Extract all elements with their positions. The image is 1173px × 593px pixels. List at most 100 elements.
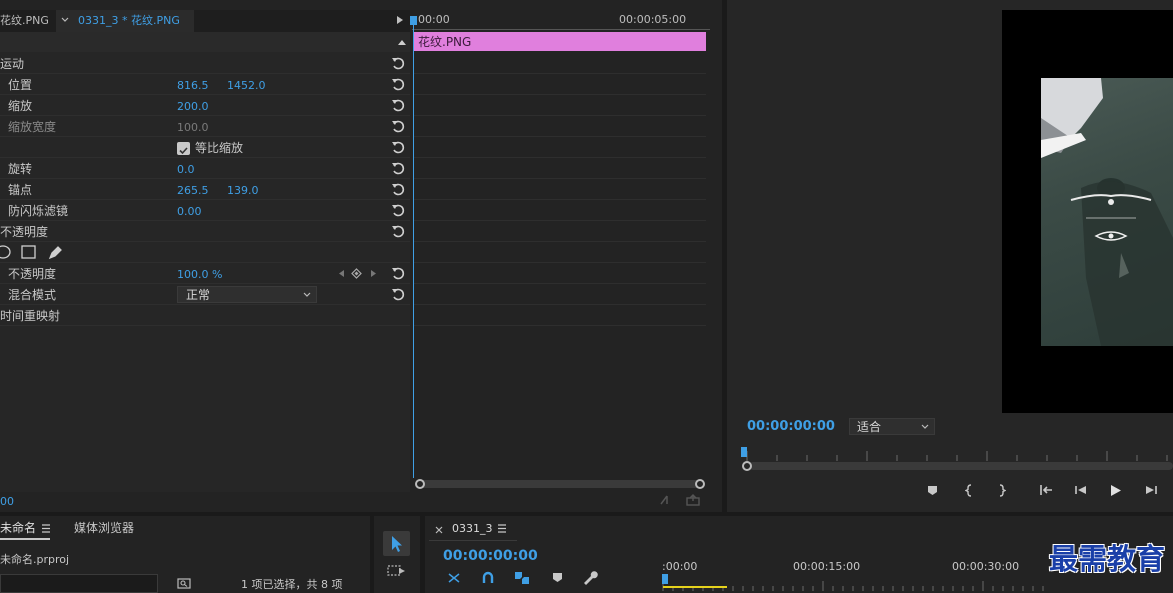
uniform-scale-label: 等比缩放 (195, 141, 244, 155)
timeline-tab-underline (429, 540, 517, 541)
project-tab-underline (0, 538, 50, 540)
project-panel: 未命名 媒体浏览器 未命名.prproj 1 项已选择，共 8 项 (0, 516, 370, 593)
play-icon[interactable] (1110, 484, 1122, 497)
go-to-in-icon[interactable] (1039, 484, 1053, 496)
position-label: 位置 (8, 78, 33, 92)
blend-mode-select[interactable]: 正常 (177, 286, 317, 303)
blend-mode-label: 混合模式 (8, 288, 57, 302)
tools-panel (374, 516, 420, 593)
monitor-timecode[interactable]: 00:00:00:00 (747, 420, 835, 434)
step-forward-icon[interactable] (1145, 485, 1158, 495)
flicker-value[interactable]: 0.00 (177, 205, 202, 219)
wrench-icon[interactable] (582, 570, 598, 585)
motion-section-label[interactable]: 运动 (0, 57, 24, 71)
linked-selection-icon[interactable] (514, 571, 530, 585)
reset-blend-icon[interactable] (391, 287, 405, 301)
mini-timeline-ruler-line (412, 29, 710, 30)
prev-keyframe-icon[interactable] (338, 269, 345, 278)
pen-mask-icon[interactable] (47, 244, 63, 260)
find-icon[interactable] (177, 578, 191, 589)
scale-value[interactable]: 200.0 (177, 100, 209, 114)
opacity-value[interactable]: 100.0 % (177, 268, 222, 282)
reset-scale-icon[interactable] (391, 98, 405, 112)
preview-photo-content (1041, 78, 1173, 346)
clip-bar[interactable]: 花纹.PNG (414, 32, 706, 51)
next-keyframe-icon[interactable] (370, 269, 377, 278)
time-remap-label[interactable]: 时间重映射 (0, 309, 60, 323)
clip-tab[interactable]: 0331_3 * 花纹.PNG (56, 10, 194, 32)
monitor-scrub-ruler[interactable] (745, 446, 1173, 461)
mark-in-icon[interactable] (965, 484, 973, 497)
rotation-value[interactable]: 0.0 (177, 163, 195, 177)
filter-audio-icon[interactable] (659, 494, 675, 506)
clip-tab-label: 0331_3 * 花纹.PNG (78, 14, 180, 27)
reset-opacity-section-icon[interactable] (391, 224, 405, 238)
ellipse-mask-icon[interactable] (0, 245, 12, 259)
mark-out-icon[interactable] (998, 484, 1006, 497)
scrollbar-right-handle[interactable] (695, 479, 705, 489)
source-tab[interactable]: 花纹.PNG (0, 14, 49, 28)
reset-scale-width-icon[interactable] (391, 119, 405, 133)
export-icon[interactable] (686, 494, 700, 506)
timeline-ruler-ticks[interactable] (662, 576, 1050, 591)
reset-uniform-scale-icon[interactable] (391, 140, 405, 154)
play-triangle-icon[interactable] (396, 15, 404, 25)
timeline-tab[interactable]: 0331_3 (452, 522, 493, 536)
fit-select[interactable]: 适合 (849, 418, 935, 435)
chevron-down-icon (302, 290, 312, 300)
reset-motion-icon[interactable] (391, 56, 405, 70)
track-select-icon[interactable] (387, 563, 407, 579)
rotation-label: 旋转 (8, 162, 33, 176)
position-x-value[interactable]: 816.5 (177, 79, 209, 93)
scrollbar-left-handle[interactable] (415, 479, 425, 489)
panel-menu-icon[interactable] (497, 524, 507, 533)
opacity-label: 不透明度 (8, 267, 57, 281)
header-subbar (0, 32, 410, 52)
monitor-playhead[interactable] (741, 447, 747, 457)
collapse-up-icon[interactable] (397, 38, 407, 46)
position-y-value[interactable]: 1452.0 (227, 79, 266, 93)
nest-icon[interactable] (446, 571, 462, 585)
anchor-y-value[interactable]: 139.0 (227, 184, 259, 198)
close-tab-icon[interactable] (435, 526, 443, 534)
monitor-zoom-left-handle[interactable] (742, 461, 752, 471)
reset-rotation-icon[interactable] (391, 161, 405, 175)
work-area-bar[interactable] (663, 586, 727, 588)
effect-controls-panel: 花纹.PNG 0331_3 * 花纹.PNG 运动 位置 816.5 1452.… (0, 0, 722, 512)
media-browser-tab[interactable]: 媒体浏览器 (74, 521, 134, 535)
selection-tool[interactable] (383, 531, 410, 556)
add-keyframe-icon[interactable] (351, 268, 362, 279)
playhead-handle[interactable] (410, 16, 417, 25)
scale-label: 缩放 (8, 99, 33, 113)
clip-bar-label: 花纹.PNG (418, 35, 472, 49)
panel-menu-icon[interactable] (41, 524, 51, 533)
rectangle-mask-icon[interactable] (21, 245, 36, 259)
reset-opacity-icon[interactable] (391, 266, 405, 280)
chevron-down-icon (920, 422, 930, 432)
anchor-label: 锚点 (8, 183, 33, 197)
timeline-ruler-label-0: :00:00 (662, 560, 698, 573)
snap-magnet-icon[interactable] (481, 571, 495, 585)
step-back-icon[interactable] (1074, 485, 1087, 495)
uniform-scale-checkbox[interactable] (177, 142, 190, 155)
selection-arrow-icon (392, 536, 402, 552)
project-tab[interactable]: 未命名 (0, 521, 36, 535)
reset-anchor-icon[interactable] (391, 182, 405, 196)
monitor-zoom-bar[interactable] (749, 462, 1173, 470)
mini-timeline-end: 00:00:05:00 (619, 13, 687, 26)
add-marker-icon[interactable] (552, 572, 563, 583)
effect-controls-timecode[interactable]: 00 (0, 495, 14, 509)
chevron-down-icon[interactable] (60, 15, 70, 25)
reset-flicker-icon[interactable] (391, 203, 405, 217)
timeline-timecode[interactable]: 00:00:00:00 (443, 548, 538, 565)
marker-icon[interactable] (927, 485, 938, 496)
reset-position-icon[interactable] (391, 77, 405, 91)
watermark-logo: 最需教育 (1049, 542, 1166, 576)
project-search-input[interactable] (0, 574, 158, 593)
blend-mode-value: 正常 (186, 288, 211, 302)
playhead-line[interactable] (413, 18, 414, 478)
timeline-playhead[interactable] (662, 574, 668, 584)
opacity-section-label[interactable]: 不透明度 (0, 225, 48, 239)
anchor-x-value[interactable]: 265.5 (177, 184, 209, 198)
mini-timeline-scrollbar[interactable] (418, 480, 702, 488)
